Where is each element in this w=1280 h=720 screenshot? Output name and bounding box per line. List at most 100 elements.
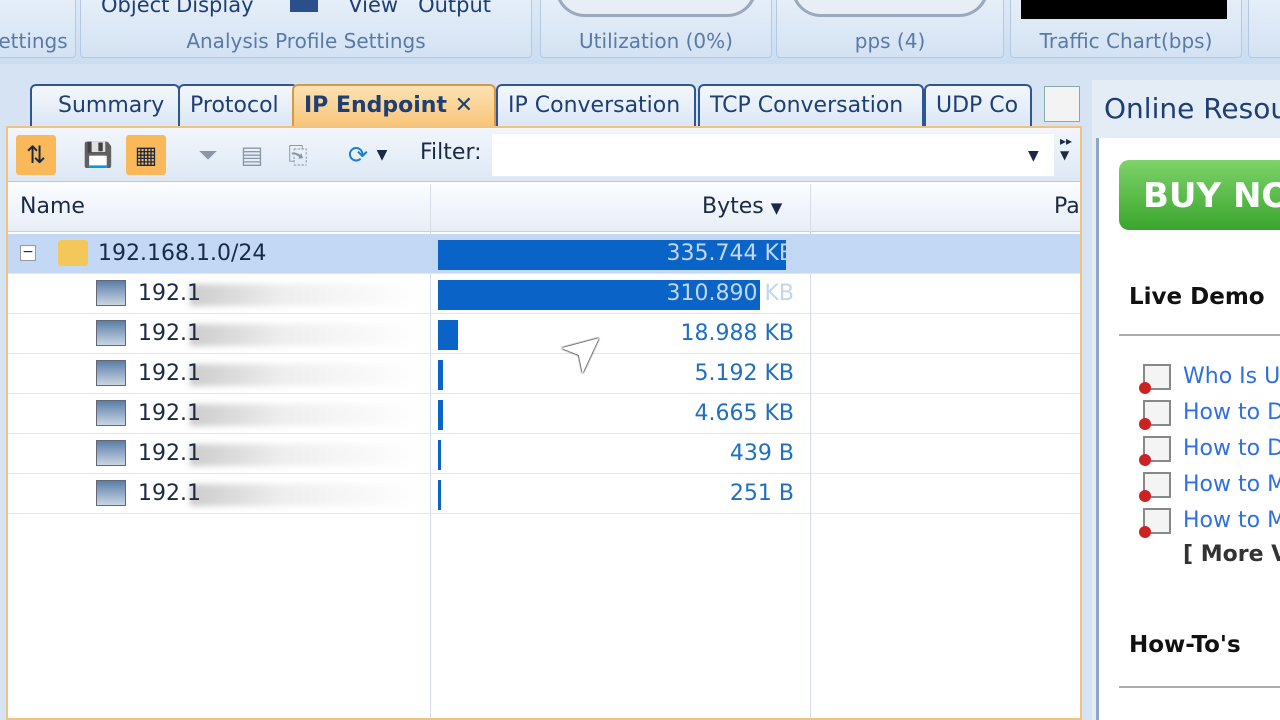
redacted-ip xyxy=(190,284,420,306)
tree-view-icon[interactable]: ⇅ xyxy=(16,135,56,175)
bytes-bar xyxy=(438,400,443,430)
endpoint-name: 192.168.1.0/24 xyxy=(98,241,267,266)
demo-link[interactable]: How to Mo xyxy=(1139,472,1280,502)
bytes-value: 4.665 KB xyxy=(694,401,795,426)
display-button[interactable]: Display xyxy=(176,0,253,17)
redacted-ip xyxy=(190,444,420,466)
table-header: Name Bytes ▼ Pa xyxy=(8,184,1080,232)
demo-link[interactable]: How to De xyxy=(1139,400,1280,430)
video-icon xyxy=(1139,400,1171,430)
bytes-value: 310.890 KB xyxy=(666,281,795,306)
table-row[interactable]: 192.1 5.192 KB xyxy=(8,354,1080,394)
video-icon xyxy=(1139,472,1171,502)
tab-summary[interactable]: Summary xyxy=(30,84,180,126)
filter-label: Filter: xyxy=(420,140,482,165)
online-resources-panel: Online Resou BUY NO Live Demo Who Is Us … xyxy=(1092,80,1280,720)
endpoint-name: 192.1 xyxy=(138,401,201,426)
computer-icon xyxy=(96,360,126,386)
collapse-icon[interactable]: − xyxy=(20,245,36,261)
traffic-chart-graph xyxy=(1021,0,1227,19)
computer-icon xyxy=(96,280,126,306)
object-button[interactable]: Object xyxy=(101,0,169,17)
toolbar: ⇅ 💾 ▦ ⏷ ▤ ⎘ ⟳ ▼ Filter: ▼ ▸▸ ▼ xyxy=(8,128,1080,182)
demo-link[interactable]: How to De xyxy=(1139,436,1280,466)
bytes-value: 335.744 KB xyxy=(666,241,795,266)
bytes-value: 5.192 KB xyxy=(694,361,795,386)
bytes-bar xyxy=(438,360,444,390)
table-row[interactable]: 192.1 4.665 KB xyxy=(8,394,1080,434)
bytes-bar xyxy=(438,480,441,510)
network-folder-icon xyxy=(58,240,88,266)
tab-tcp-conversation[interactable]: TCP Conversation xyxy=(698,84,924,126)
table-row[interactable]: 192.1 439 B xyxy=(8,434,1080,474)
table-row[interactable]: 192.1 18.988 KB xyxy=(8,314,1080,354)
save-icon[interactable] xyxy=(290,0,319,12)
bytes-value: 439 B xyxy=(729,441,794,466)
buy-now-button[interactable]: BUY NO xyxy=(1119,160,1280,230)
tab-udp-conversation[interactable]: UDP Co xyxy=(924,84,1032,126)
endpoint-name: 192.1 xyxy=(138,441,201,466)
close-icon[interactable]: ✕ xyxy=(455,93,473,118)
video-icon xyxy=(1139,508,1171,538)
computer-icon xyxy=(96,320,126,346)
filter-dropdown-icon[interactable]: ▼ xyxy=(1028,148,1039,164)
redacted-ip xyxy=(190,364,420,386)
computer-icon xyxy=(96,480,126,506)
save-icon[interactable]: 💾 xyxy=(78,135,118,175)
column-name[interactable]: Name xyxy=(20,194,85,219)
node-view-icon[interactable]: ▦ xyxy=(126,135,166,175)
tab-ip-endpoint[interactable]: IP Endpoint ✕ xyxy=(292,84,496,126)
endpoint-name: 192.1 xyxy=(138,321,201,346)
utilization-gauge[interactable]: Utilization (0%) xyxy=(540,0,772,58)
howtos-heading: How-To's xyxy=(1129,632,1241,658)
view-button[interactable]: View xyxy=(348,0,398,17)
redacted-ip xyxy=(190,404,420,426)
sort-desc-icon: ▼ xyxy=(770,199,783,217)
pps-gauge[interactable]: pps (4) xyxy=(776,0,1004,58)
tab-list-icon[interactable] xyxy=(1044,86,1080,122)
live-demo-heading: Live Demo xyxy=(1129,284,1265,310)
divider xyxy=(1119,686,1280,688)
filter-input[interactable] xyxy=(492,134,1054,176)
gauge-icon xyxy=(791,0,989,17)
redacted-ip xyxy=(190,484,420,506)
traffic-chart[interactable]: Traffic Chart(bps) xyxy=(1010,0,1242,58)
video-icon xyxy=(1139,436,1171,466)
endpoint-name: 192.1 xyxy=(138,481,201,506)
divider xyxy=(1119,334,1280,336)
tab-bar: Summary Protocol IP Endpoint ✕ IP Conver… xyxy=(0,80,1085,126)
add-column-icon[interactable]: ▤ xyxy=(232,135,272,175)
ribbon-group-analysis-profile: Object Display View Output Analysis Prof… xyxy=(80,0,532,58)
video-icon xyxy=(1139,364,1171,394)
output-button[interactable]: Output xyxy=(418,0,491,17)
bytes-bar xyxy=(438,440,441,470)
chevron-down-icon[interactable]: ▼ xyxy=(372,135,392,175)
toolbar-overflow-icon[interactable]: ▸▸ ▼ xyxy=(1060,134,1072,162)
bytes-bar xyxy=(438,320,458,350)
computer-icon xyxy=(96,440,126,466)
demo-link[interactable]: How to Mo xyxy=(1139,508,1280,538)
bytes-value: 251 B xyxy=(729,481,794,506)
tab-ip-conversation[interactable]: IP Conversation xyxy=(496,84,696,126)
endpoint-name: 192.1 xyxy=(138,281,201,306)
ip-endpoint-panel: ⇅ 💾 ▦ ⏷ ▤ ⎘ ⟳ ▼ Filter: ▼ ▸▸ ▼ Name Bytes… xyxy=(6,126,1082,720)
column-packets[interactable]: Pa xyxy=(1054,194,1080,219)
table-row[interactable]: 192.1 310.890 KB xyxy=(8,274,1080,314)
redacted-ip xyxy=(190,324,420,346)
ribbon: ettings Object Display View Output Analy… xyxy=(0,0,1280,64)
bytes-value: 18.988 KB xyxy=(680,321,795,346)
ribbon-group-extra xyxy=(1248,0,1280,58)
tab-protocol[interactable]: Protocol xyxy=(178,84,298,126)
filter-add-icon[interactable]: ⏷ xyxy=(188,135,228,175)
column-bytes[interactable]: Bytes ▼ xyxy=(702,194,782,219)
computer-icon xyxy=(96,400,126,426)
table-row[interactable]: 192.1 251 B xyxy=(8,474,1080,514)
gauge-icon xyxy=(555,0,757,17)
more-videos-link[interactable]: [ More Vi xyxy=(1183,542,1280,567)
endpoint-name: 192.1 xyxy=(138,361,201,386)
online-resources-title: Online Resou xyxy=(1104,92,1280,125)
ribbon-group-settings: ettings xyxy=(0,0,76,58)
locate-icon[interactable]: ⎘ xyxy=(278,135,318,175)
demo-link[interactable]: Who Is Us xyxy=(1139,364,1280,394)
table-row[interactable]: − 192.168.1.0/24 335.744 KB xyxy=(8,234,1080,274)
